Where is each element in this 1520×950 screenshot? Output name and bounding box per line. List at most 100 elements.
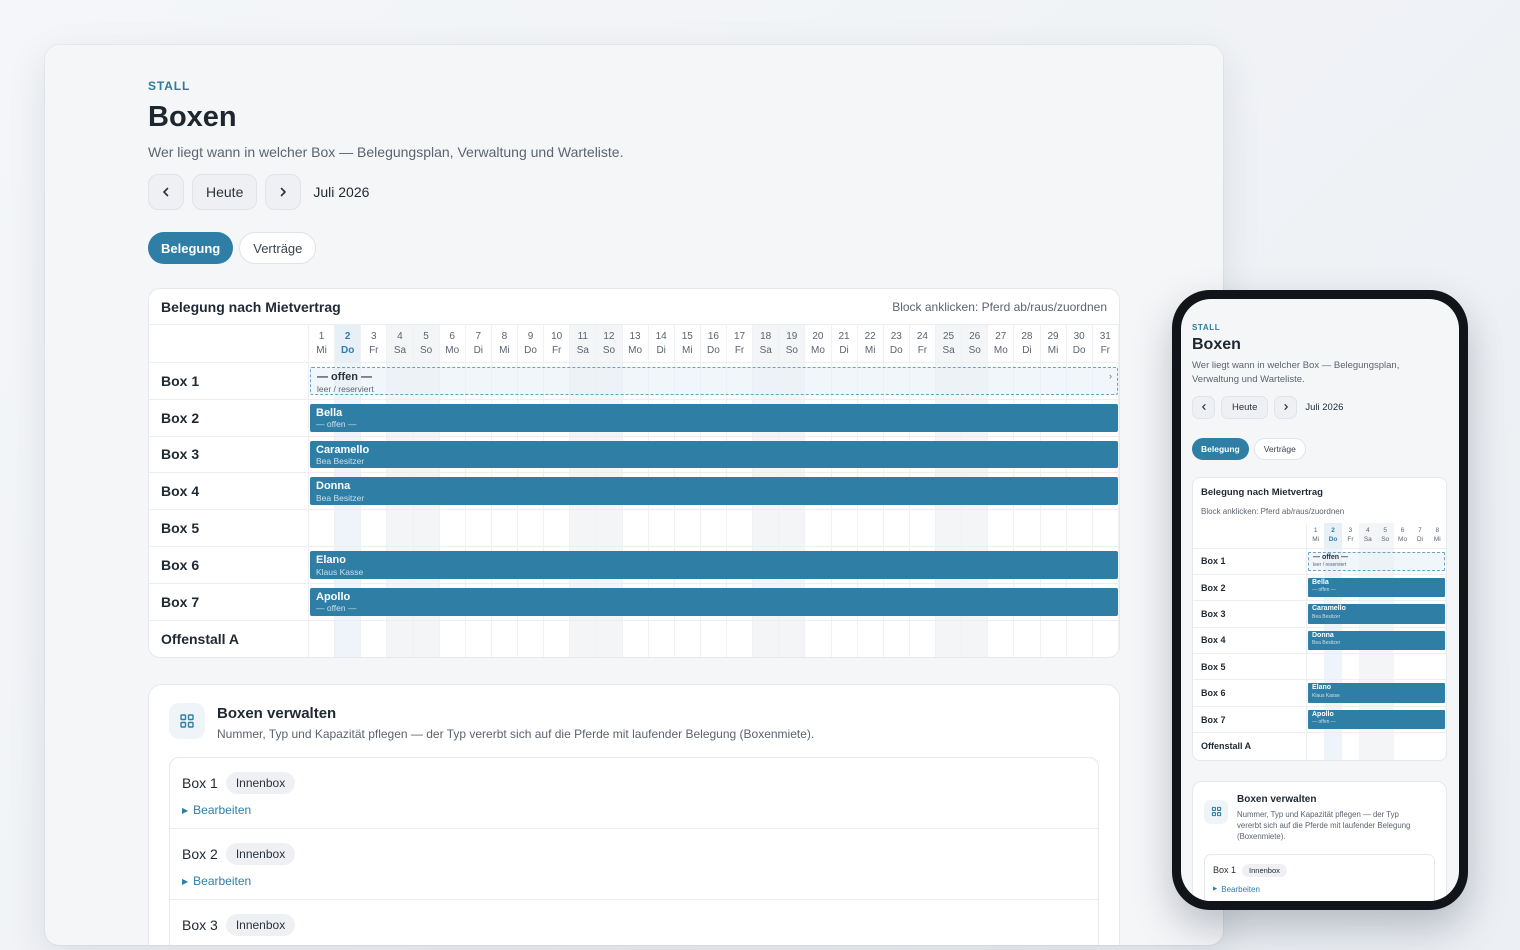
- day-cell[interactable]: [1376, 733, 1394, 760]
- prev-month-button[interactable]: [148, 174, 184, 210]
- day-cell[interactable]: [1324, 654, 1342, 680]
- day-cell[interactable]: [466, 510, 492, 546]
- day-cell[interactable]: [570, 510, 597, 546]
- day-cell[interactable]: [988, 620, 1015, 658]
- box-row-track[interactable]: Bella — offen —: [309, 399, 1119, 436]
- day-cell[interactable]: [1014, 510, 1041, 546]
- day-cell[interactable]: [805, 510, 832, 546]
- box-row-track[interactable]: Bella — offen —: [1307, 574, 1446, 601]
- day-cell[interactable]: [1342, 654, 1359, 679]
- box-row-track[interactable]: Donna Bea Besitzer: [1307, 627, 1446, 654]
- day-cell[interactable]: [988, 510, 1015, 546]
- day-cell[interactable]: [1394, 654, 1411, 679]
- day-cell[interactable]: [936, 510, 963, 546]
- day-cell[interactable]: [1359, 733, 1377, 760]
- tab-vertraege[interactable]: Verträge: [239, 232, 317, 264]
- day-cell[interactable]: [309, 510, 336, 546]
- box-row-track[interactable]: Apollo — offen —: [309, 583, 1119, 620]
- phone-prev-month-button[interactable]: [1192, 395, 1215, 419]
- day-cell[interactable]: [361, 620, 388, 658]
- day-cell[interactable]: [1411, 733, 1428, 759]
- day-cell[interactable]: [1411, 654, 1428, 679]
- day-cell[interactable]: [779, 620, 806, 658]
- day-cell[interactable]: [1067, 620, 1093, 658]
- next-month-button[interactable]: [265, 174, 302, 210]
- box-row-track[interactable]: — offen — leer / reserviert ›: [309, 363, 1119, 399]
- phone-tab-vertraege[interactable]: Verträge: [1253, 437, 1306, 460]
- open-occupancy-block[interactable]: — offen — leer / reserviert ›: [310, 367, 1118, 395]
- day-cell[interactable]: [701, 510, 727, 546]
- day-cell[interactable]: [727, 620, 754, 658]
- box-row-track[interactable]: Caramello Bea Besitzer: [1307, 601, 1446, 627]
- day-cell[interactable]: [492, 510, 518, 546]
- occupancy-block[interactable]: Apollo — offen —: [1308, 709, 1445, 730]
- day-cell[interactable]: [753, 620, 780, 658]
- day-cell[interactable]: [387, 510, 414, 546]
- phone-edit-toggle[interactable]: ▶ Bearbeiten: [1213, 885, 1426, 894]
- day-cell[interactable]: [1342, 733, 1359, 759]
- day-cell[interactable]: [466, 620, 492, 658]
- box-row-track[interactable]: — offen — leer / reserviert: [1307, 548, 1446, 574]
- day-cell[interactable]: [335, 510, 362, 546]
- box-row-track[interactable]: [309, 620, 1119, 658]
- day-cell[interactable]: [858, 510, 884, 546]
- phone-today-button[interactable]: Heute: [1221, 395, 1269, 419]
- day-cell[interactable]: [1394, 733, 1411, 759]
- box-row-track[interactable]: Caramello Bea Besitzer: [309, 436, 1119, 473]
- day-cell[interactable]: [440, 510, 466, 546]
- day-cell[interactable]: [1041, 510, 1067, 546]
- box-row-track[interactable]: Elano Klaus Kasse: [309, 546, 1119, 583]
- phone-tab-belegung[interactable]: Belegung: [1192, 437, 1249, 460]
- day-cell[interactable]: [518, 510, 545, 546]
- day-cell[interactable]: [1359, 654, 1377, 680]
- day-cell[interactable]: [649, 510, 675, 546]
- day-cell[interactable]: [492, 620, 518, 658]
- day-cell[interactable]: [832, 510, 858, 546]
- occupancy-block[interactable]: Bella — offen —: [1308, 577, 1445, 598]
- day-cell[interactable]: [518, 620, 545, 658]
- day-cell[interactable]: [544, 510, 571, 546]
- day-cell[interactable]: [962, 620, 989, 658]
- phone-next-month-button[interactable]: [1274, 395, 1298, 419]
- occupancy-block[interactable]: Elano Klaus Kasse: [1308, 683, 1445, 703]
- day-cell[interactable]: [1324, 733, 1342, 760]
- box-row-track[interactable]: [309, 510, 1119, 546]
- day-cell[interactable]: [1014, 620, 1041, 658]
- box-row-track[interactable]: Apollo — offen —: [1307, 706, 1446, 733]
- day-cell[interactable]: [832, 620, 858, 658]
- day-cell[interactable]: [623, 510, 649, 546]
- day-cell[interactable]: [440, 620, 466, 658]
- day-cell[interactable]: [936, 620, 963, 658]
- day-cell[interactable]: [884, 510, 910, 546]
- day-cell[interactable]: [858, 620, 884, 658]
- day-cell[interactable]: [1093, 510, 1119, 546]
- day-cell[interactable]: [361, 510, 388, 546]
- day-cell[interactable]: [596, 620, 623, 658]
- day-cell[interactable]: [753, 510, 780, 546]
- occupancy-block[interactable]: Elano Klaus Kasse: [310, 550, 1118, 579]
- day-cell[interactable]: [779, 510, 806, 546]
- day-cell[interactable]: [1093, 620, 1119, 658]
- day-cell[interactable]: [675, 620, 701, 658]
- day-cell[interactable]: [596, 510, 623, 546]
- occupancy-block[interactable]: Donna Bea Besitzer: [1308, 630, 1445, 651]
- day-cell[interactable]: [727, 510, 754, 546]
- day-cell[interactable]: [910, 510, 936, 546]
- occupancy-block[interactable]: Donna Bea Besitzer: [310, 477, 1118, 506]
- day-cell[interactable]: [1041, 620, 1067, 658]
- day-cell[interactable]: [1307, 654, 1324, 679]
- day-cell[interactable]: [413, 620, 440, 658]
- day-cell[interactable]: [544, 620, 571, 658]
- open-occupancy-block[interactable]: — offen — leer / reserviert: [1308, 551, 1445, 571]
- day-cell[interactable]: [1376, 654, 1394, 680]
- tab-belegung[interactable]: Belegung: [148, 232, 234, 264]
- day-cell[interactable]: [962, 510, 989, 546]
- edit-toggle[interactable]: ▶ Bearbeiten: [182, 874, 1086, 888]
- occupancy-block[interactable]: Apollo — offen —: [310, 587, 1118, 616]
- day-cell[interactable]: [701, 620, 727, 658]
- occupancy-block[interactable]: Bella — offen —: [310, 403, 1118, 432]
- day-cell[interactable]: [309, 620, 336, 658]
- day-cell[interactable]: [387, 620, 414, 658]
- day-cell[interactable]: [910, 620, 936, 658]
- day-cell[interactable]: [649, 620, 675, 658]
